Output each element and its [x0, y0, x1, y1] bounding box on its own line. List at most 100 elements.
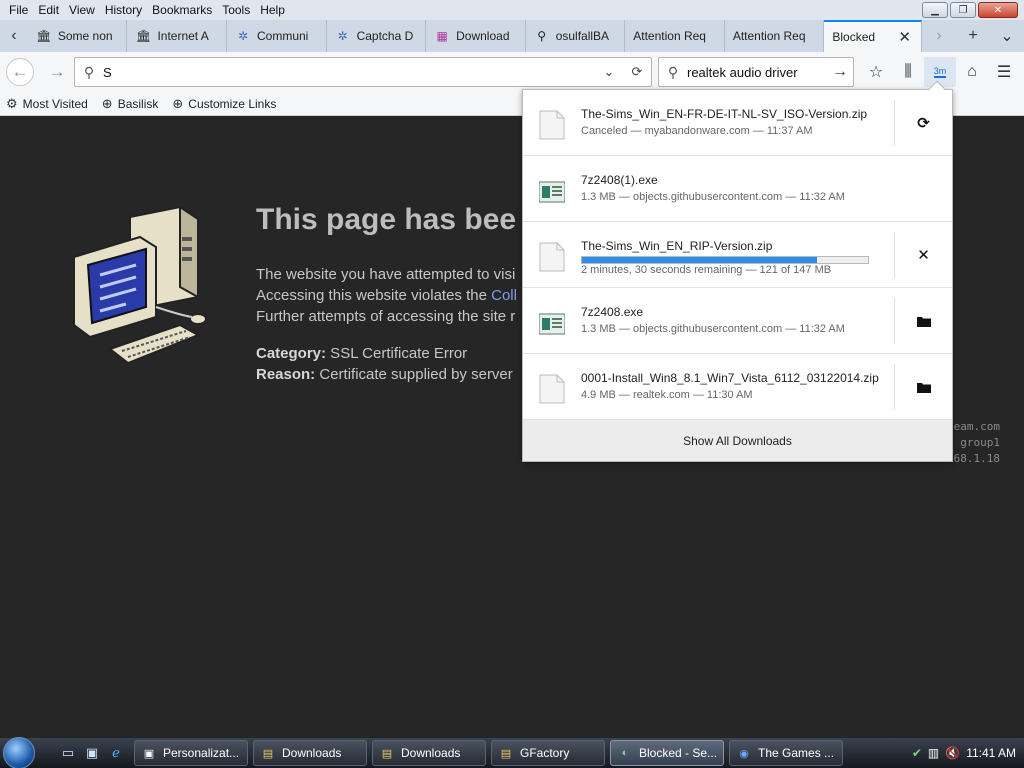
taskbar-button[interactable]: ▤ Downloads: [372, 740, 486, 766]
reason-row: Reason: Certificate supplied by server: [256, 364, 513, 385]
download-filename: The-Sims_Win_EN-FR-DE-IT-NL-SV_ISO-Versi…: [581, 107, 868, 121]
download-item[interactable]: 7z2408(1).exe 1.3 MB — objects.githubuse…: [523, 156, 952, 222]
bookmark-star-icon[interactable]: ☆: [860, 57, 892, 87]
tab-list-button[interactable]: ⌄: [990, 20, 1024, 52]
blank-file-icon: [539, 374, 565, 404]
download-status: 1.3 MB — objects.githubusercontent.com —…: [581, 323, 845, 335]
tab[interactable]: Attention Req: [625, 20, 725, 52]
scroll-tabs-left-button[interactable]: ‹: [0, 20, 28, 52]
taskbar-button-label: Downloads: [401, 746, 461, 760]
show-desktop-icon[interactable]: ▭: [58, 743, 78, 763]
close-tab-icon[interactable]: ✕: [898, 28, 911, 46]
tab[interactable]: 🏛 Internet A: [127, 20, 227, 52]
menu-hamburger-icon[interactable]: ☰: [988, 57, 1020, 87]
taskbar-button[interactable]: ▤ Downloads: [253, 740, 367, 766]
taskbar-button[interactable]: ▣ Personalizat...: [134, 740, 248, 766]
tab-label: Some non: [57, 29, 113, 43]
download-item[interactable]: 7z2408.exe 1.3 MB — objects.githubuserco…: [523, 288, 952, 354]
download-filename: 7z2408.exe: [581, 305, 644, 319]
taskbar-button[interactable]: ◉ The Games ...: [729, 740, 843, 766]
browser-icon: ◉: [739, 747, 749, 760]
bookmark-customize-links[interactable]: ⊕ Customize Links: [172, 96, 276, 112]
menu-tools[interactable]: Tools: [217, 3, 255, 17]
search-bar[interactable]: ⚲ realtek audio driver →: [658, 57, 854, 87]
tab[interactable]: ▦ Download: [426, 20, 526, 52]
image-icon: ▦: [436, 29, 448, 43]
download-status: 4.9 MB — realtek.com — 11:30 AM: [581, 389, 753, 401]
menu-help[interactable]: Help: [255, 3, 290, 17]
retry-icon[interactable]: ⟳: [895, 90, 952, 156]
tab[interactable]: ✲ Communi: [227, 20, 327, 52]
message-line-1: The website you have attempted to visi: [256, 266, 516, 283]
downloads-button[interactable]: 3m: [924, 57, 956, 87]
reload-icon[interactable]: ⟳: [623, 64, 651, 80]
url-bar[interactable]: ⚲ S ⌄ ⟳: [74, 57, 652, 87]
building-icon: 🏛: [36, 29, 52, 43]
folder-icon[interactable]: [895, 354, 952, 420]
volume-muted-icon[interactable]: 🔇: [945, 746, 960, 760]
start-button[interactable]: [0, 737, 38, 768]
search-icon: ⚲: [667, 63, 679, 80]
bookmark-basilisk[interactable]: ⊕ Basilisk: [102, 96, 159, 112]
forward-button[interactable]: →: [42, 57, 72, 87]
tab[interactable]: ✲ Captcha D: [327, 20, 427, 52]
folder-icon: ▤: [500, 747, 512, 760]
taskbar-button-active[interactable]: ◐ Blocked - Se...: [610, 740, 724, 766]
menu-edit[interactable]: Edit: [33, 3, 64, 17]
maximize-button[interactable]: ❐: [950, 2, 976, 18]
folder-icon: ▤: [262, 747, 274, 760]
download-item[interactable]: 0001-Install_Win8_8.1_Win7_Vista_6112_03…: [523, 354, 952, 420]
folder-icon[interactable]: [895, 288, 952, 354]
downloads-panel: The-Sims_Win_EN-FR-DE-IT-NL-SV_ISO-Versi…: [522, 80, 953, 462]
menu-history[interactable]: History: [100, 3, 147, 17]
tab-label: Attention Req: [633, 29, 706, 43]
url-input[interactable]: S: [103, 65, 595, 80]
tab[interactable]: Attention Req: [725, 20, 825, 52]
download-filename: The-Sims_Win_EN_RIP-Version.zip: [581, 239, 773, 253]
puzzle-icon: ✲: [237, 29, 249, 43]
bookmark-most-visited[interactable]: ⚙ Most Visited: [6, 96, 88, 112]
search-go-icon[interactable]: →: [827, 63, 853, 81]
globe-icon: ⊕: [172, 95, 184, 111]
minimize-button[interactable]: ▁: [922, 2, 948, 18]
download-status: 2 minutes, 30 seconds remaining — 121 of…: [581, 264, 832, 276]
url-dropdown-icon[interactable]: ⌄: [595, 64, 623, 80]
show-all-downloads-button[interactable]: Show All Downloads: [523, 420, 952, 461]
taskbar-button[interactable]: ▤ GFactory: [491, 740, 605, 766]
taskbar-button-label: Downloads: [282, 746, 342, 760]
taskbar-button-label: Blocked - Se...: [639, 746, 718, 760]
menu-file[interactable]: File: [4, 3, 33, 17]
policy-link[interactable]: Coll: [491, 287, 517, 304]
scroll-tabs-right-button[interactable]: ›: [922, 20, 956, 52]
gear-icon: ⚙: [6, 95, 18, 111]
menu-bookmarks[interactable]: Bookmarks: [147, 3, 217, 17]
home-icon[interactable]: ⌂: [956, 57, 988, 87]
tab-label: osulfallBA: [555, 29, 610, 43]
navigation-toolbar: ← → ⚲ S ⌄ ⟳ ⚲ realtek audio driver → ☆ ⫼…: [0, 52, 1024, 92]
download-item[interactable]: The-Sims_Win_EN-FR-DE-IT-NL-SV_ISO-Versi…: [523, 90, 952, 156]
bookmark-label: Basilisk: [117, 96, 159, 111]
new-tab-button[interactable]: +: [956, 20, 990, 52]
clock[interactable]: 11:41 AM: [966, 746, 1016, 760]
cancel-icon[interactable]: ✕: [895, 222, 952, 288]
puzzle-icon: ✲: [337, 29, 348, 43]
network-icon[interactable]: ▥: [928, 746, 939, 760]
tab-label: Blocked: [832, 30, 876, 44]
back-button[interactable]: ←: [6, 58, 34, 86]
close-window-button[interactable]: ✕: [978, 2, 1018, 18]
menu-view[interactable]: View: [64, 3, 100, 17]
window-controls: ▁ ❐ ✕: [922, 2, 1018, 18]
internet-explorer-icon[interactable]: ℯ: [106, 743, 126, 763]
taskbar-button-label: The Games ...: [758, 746, 835, 760]
search-input[interactable]: realtek audio driver: [687, 65, 827, 80]
tab-label: Communi: [257, 29, 309, 43]
tab-label: Attention Req: [732, 29, 806, 43]
tab-active[interactable]: Blocked ✕: [824, 20, 922, 52]
library-icon[interactable]: ⫼: [892, 57, 924, 87]
switch-windows-icon[interactable]: ▣: [82, 743, 102, 763]
tab[interactable]: ⚲ osulfallBA: [526, 20, 626, 52]
security-icon[interactable]: ✔: [912, 746, 922, 760]
tab[interactable]: 🏛 Some non: [28, 20, 128, 52]
download-item[interactable]: The-Sims_Win_EN_RIP-Version.zip 2 minute…: [523, 222, 952, 288]
blank-file-icon: [539, 110, 565, 140]
